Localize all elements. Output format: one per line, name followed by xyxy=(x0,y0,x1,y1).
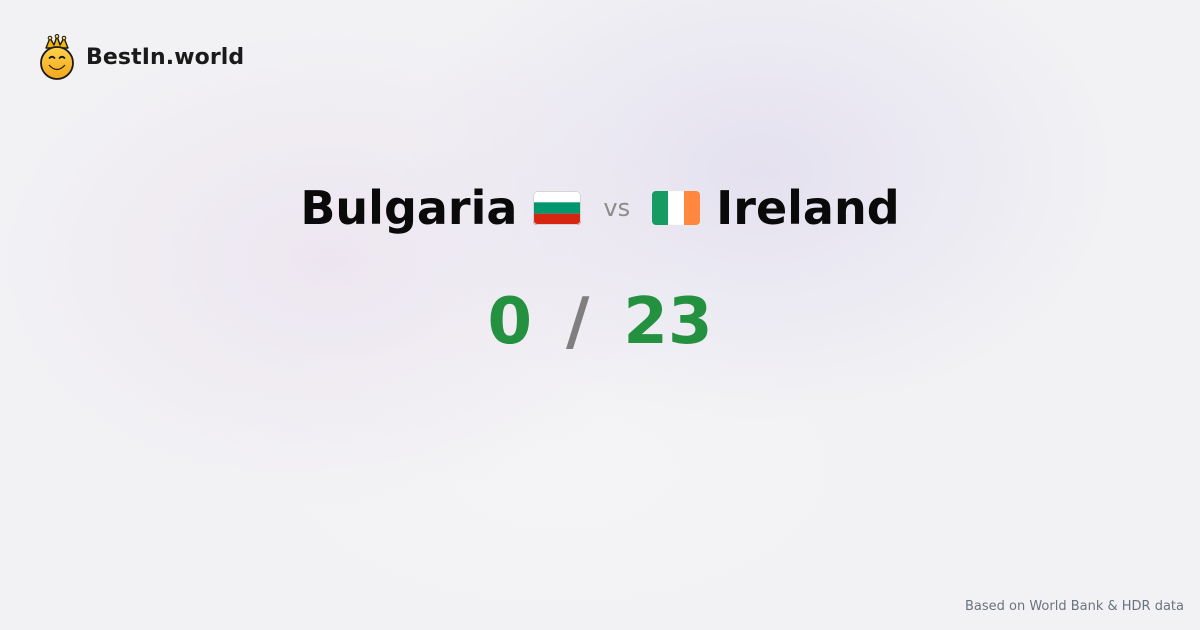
score-display: 0 / 23 xyxy=(0,282,1200,362)
brand[interactable]: BestIn.world xyxy=(38,34,244,80)
data-source-note: Based on World Bank & HDR data xyxy=(964,599,1184,614)
right-score: 23 xyxy=(623,285,713,359)
crowned-smiley-icon xyxy=(40,34,74,80)
left-country-name: Bulgaria xyxy=(300,181,518,235)
brand-name: BestIn.world xyxy=(86,44,245,70)
bulgaria-flag-icon xyxy=(533,191,582,225)
comparison-headline: Bulgaria vs Ireland xyxy=(0,176,1200,240)
right-country-name: Ireland xyxy=(716,181,900,235)
score-separator: / xyxy=(566,285,590,359)
ireland-flag-icon xyxy=(652,191,701,225)
left-score: 0 xyxy=(487,285,533,359)
vs-label: vs xyxy=(603,194,631,222)
